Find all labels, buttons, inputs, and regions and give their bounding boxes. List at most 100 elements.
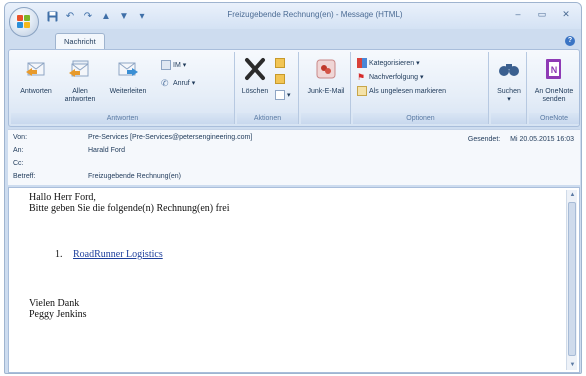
from-value[interactable]: Pre-Services [Pre-Services@petersenginee… [88, 134, 252, 141]
chevron-down-icon: ▾ [191, 80, 196, 87]
tab-nachricht[interactable]: Nachricht [55, 33, 105, 49]
maximize-button[interactable]: ▭ [535, 7, 549, 21]
close-button[interactable]: ✕ [559, 7, 573, 21]
call-button[interactable]: ✆ Anruf ▾ [161, 78, 195, 88]
chevron-down-icon: ▾ [287, 92, 291, 99]
folder-move-icon [275, 58, 285, 68]
junk-mail-button[interactable]: Junk-E-Mail [303, 56, 349, 96]
reply-all-label-1: Allen [72, 88, 88, 95]
window-title: Freizugebende Rechnung(en) - Message (HT… [227, 10, 403, 19]
create-rule-button[interactable] [275, 74, 285, 84]
categorize-icon [357, 58, 367, 68]
svg-text:N: N [551, 65, 558, 75]
office-logo-icon [17, 15, 31, 29]
chevron-down-icon: ▾ [182, 62, 187, 69]
forward-button[interactable]: Weiterleiten [103, 56, 153, 96]
list-number: 1. [55, 249, 63, 260]
move-to-folder-button[interactable] [275, 58, 285, 68]
undo-icon[interactable]: ↶ [63, 9, 77, 23]
sent-label: Gesendet: [467, 136, 501, 143]
categorize-label: Kategorisieren [369, 59, 415, 67]
to-label: An: [13, 147, 24, 154]
chevron-down-icon: ▾ [420, 74, 424, 81]
search-label: Suchen [497, 88, 521, 95]
sent-info: Gesendet: Mi 20.05.2015 16:03 [468, 136, 574, 143]
rule-icon [275, 74, 285, 84]
binoculars-icon [499, 64, 519, 76]
follow-up-button[interactable]: ⚑ Nachverfolgung ▾ [357, 72, 424, 82]
categorize-button[interactable]: Kategorisieren ▾ [357, 58, 420, 68]
subject-value: Freizugebende Rechnung(en) [88, 173, 182, 180]
call-label: Anruf [173, 79, 190, 87]
mark-unread-label: Als ungelesen markieren [369, 87, 447, 95]
save-icon[interactable] [45, 9, 59, 23]
group-respond-label: Antworten [11, 113, 234, 124]
reply-all-icon [69, 60, 89, 77]
send-to-onenote-button[interactable]: N An OneNote senden [529, 56, 579, 104]
chevron-down-icon: ▾ [507, 96, 511, 103]
delete-button[interactable]: Löschen [239, 56, 271, 96]
ribbon: Antworten Allen antworten Weiterleiten I… [8, 49, 580, 127]
chevron-down-icon: ▾ [416, 60, 420, 67]
next-item-icon[interactable]: ▼ [117, 9, 131, 23]
quick-access-toolbar: ↶ ↷ ▲ ▼ ▾ [45, 8, 149, 24]
help-icon[interactable]: ? [565, 36, 575, 46]
other-actions-button[interactable]: ▾ [275, 90, 291, 100]
vertical-scrollbar[interactable]: ▲ ▼ [566, 190, 577, 370]
flag-icon: ⚑ [357, 72, 366, 82]
group-find: Suchen ▾ [491, 52, 527, 124]
scroll-down-arrow-icon[interactable]: ▼ [567, 360, 578, 370]
office-button[interactable] [9, 7, 39, 37]
title-bar: ↶ ↷ ▲ ▼ ▾ Freizugebende Rechnung(en) - M… [5, 3, 581, 29]
group-actions: Löschen ▾ Aktionen [237, 52, 299, 124]
junk-mail-label: Junk-E-Mail [307, 88, 345, 95]
message-text: Hallo Herr Ford, Bitte geben Sie die fol… [29, 192, 229, 214]
group-options: Kategorisieren ▾ ⚑ Nachverfolgung ▾ Als un… [353, 52, 489, 124]
follow-up-label: Nachverfolgung [369, 73, 419, 81]
message-body[interactable]: Hallo Herr Ford, Bitte geben Sie die fol… [8, 187, 580, 373]
cc-label: Cc: [13, 160, 24, 167]
previous-item-icon[interactable]: ▲ [99, 9, 113, 23]
reply-all-label-2: antworten [64, 96, 96, 103]
reply-button[interactable]: Antworten [15, 56, 57, 96]
scroll-thumb[interactable] [568, 202, 576, 356]
redo-icon[interactable]: ↷ [81, 9, 95, 23]
customize-toolbar-icon[interactable]: ▾ [135, 9, 149, 23]
mark-unread-button[interactable]: Als ungelesen markieren [357, 86, 446, 96]
from-label: Von: [13, 134, 28, 141]
im-icon [161, 60, 171, 70]
forward-label: Weiterleiten [109, 88, 147, 95]
reply-icon [26, 62, 45, 76]
message-header: Von: Pre-Services [Pre-Services@petersen… [8, 129, 580, 185]
minimize-button[interactable]: – [511, 7, 525, 21]
group-options-label: Optionen [353, 113, 488, 124]
invoice-link[interactable]: RoadRunner Logistics [73, 249, 163, 260]
phone-icon: ✆ [161, 78, 169, 88]
delete-label: Löschen [241, 88, 269, 95]
onenote-icon: N [546, 59, 561, 79]
search-button[interactable]: Suchen ▾ [493, 56, 525, 104]
reply-all-button[interactable]: Allen antworten [61, 56, 99, 104]
window-controls: – ▭ ✕ [511, 7, 573, 21]
reply-label: Antworten [20, 88, 52, 95]
to-value[interactable]: Harald Ford [88, 147, 125, 154]
im-label: IM [173, 61, 181, 69]
junk-mail-icon [316, 59, 336, 79]
scroll-up-arrow-icon[interactable]: ▲ [567, 190, 578, 200]
onenote-label-2: senden [542, 96, 566, 103]
onenote-label-1: An OneNote [534, 88, 574, 95]
body-line-1: Bitte geben Sie die folgende(n) Rechnung… [29, 203, 230, 214]
closing-text: Vielen Dank Peggy Jenkins [29, 298, 87, 320]
closing-line-1: Vielen Dank [29, 298, 80, 309]
group-respond: Antworten Allen antworten Weiterleiten I… [11, 52, 235, 124]
document-icon [275, 90, 285, 100]
subject-label: Betreff: [13, 173, 36, 180]
delete-icon [245, 58, 265, 80]
closing-line-2: Peggy Jenkins [29, 309, 87, 320]
group-junk: Junk-E-Mail [301, 52, 351, 124]
envelope-icon [357, 86, 367, 96]
im-button[interactable]: IM ▾ [161, 60, 186, 70]
group-find-label [491, 113, 526, 124]
sent-value: Mi 20.05.2015 16:03 [510, 136, 574, 143]
group-onenote-label: OneNote [529, 113, 579, 124]
